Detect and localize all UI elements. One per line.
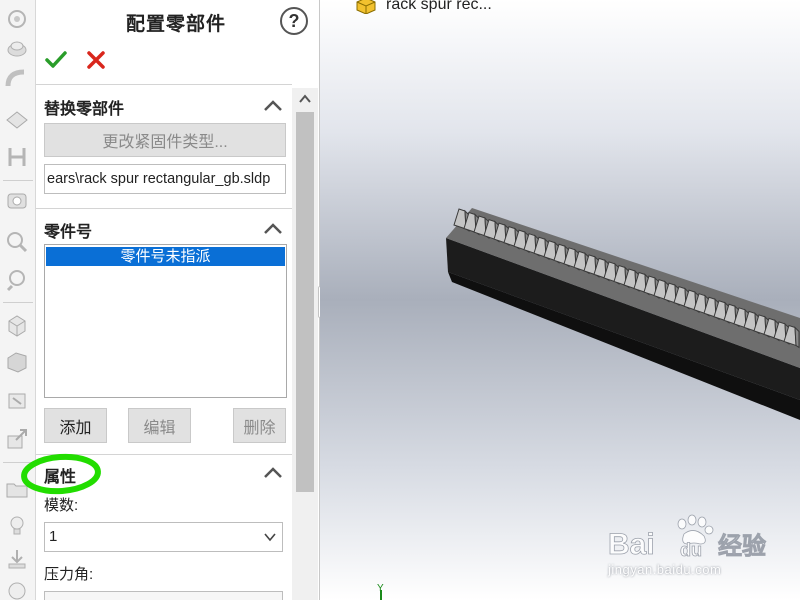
- collapse-chevron-up-icon[interactable]: [262, 465, 284, 479]
- svg-text:Y: Y: [377, 583, 384, 594]
- edit-button[interactable]: 编辑: [128, 408, 191, 443]
- pressure-angle-select[interactable]: [44, 591, 283, 600]
- toolbox-gear-icon[interactable]: [2, 4, 32, 34]
- insert-part-icon[interactable]: [2, 386, 32, 416]
- part-number-list[interactable]: 零件号未指派: [44, 244, 287, 398]
- module-select[interactable]: 1: [44, 522, 283, 552]
- svg-text:Bai: Bai: [608, 528, 655, 561]
- add-button[interactable]: 添加: [44, 408, 107, 443]
- flange-icon[interactable]: [2, 186, 32, 216]
- chevron-down-icon: [264, 533, 276, 542]
- cancel-x-icon[interactable]: [84, 48, 108, 72]
- move-part-icon[interactable]: [2, 424, 32, 454]
- module-label: 模数:: [44, 497, 79, 514]
- component-file-path-field[interactable]: ears\rack spur rectangular_gb.sldp: [44, 164, 286, 194]
- part-number-list-item-selected[interactable]: 零件号未指派: [46, 247, 285, 266]
- section-divider: [36, 208, 292, 209]
- pipe-elbow-icon[interactable]: [2, 64, 32, 94]
- properties-title: 属性: [44, 469, 77, 486]
- scrollbar-thumb[interactable]: [296, 112, 314, 492]
- toolstrip-divider: [3, 302, 33, 303]
- change-fastener-type-button[interactable]: 更改紧固件类型...: [44, 123, 286, 157]
- rack-tooth: [453, 208, 467, 230]
- bearing-icon[interactable]: [2, 34, 32, 64]
- svg-text:经验: 经验: [718, 532, 766, 560]
- rack-gear-model[interactable]: Y: [320, 0, 800, 600]
- panel-scrollbar[interactable]: [292, 88, 318, 600]
- gear-search-icon[interactable]: [2, 226, 32, 256]
- lightbulb-icon[interactable]: [2, 510, 32, 540]
- spring-icon[interactable]: [2, 264, 32, 294]
- help-question-icon[interactable]: ?: [280, 7, 308, 35]
- panel-title: 配置零部件: [125, 14, 226, 35]
- svg-text:du: du: [680, 540, 702, 560]
- sheet-part-icon[interactable]: [2, 104, 32, 134]
- baidu-jingyan-watermark: Bai du 经验 jingyan.baidu.com: [608, 514, 788, 584]
- collapse-chevron-up-icon[interactable]: [262, 221, 284, 235]
- module-value: 1: [49, 528, 58, 545]
- delete-button[interactable]: 删除: [233, 408, 286, 443]
- collapse-chevron-up-icon[interactable]: [262, 98, 284, 112]
- design-library-toolstrip: [0, 0, 36, 600]
- header-divider: [36, 84, 292, 85]
- block-icon[interactable]: [2, 346, 32, 376]
- folder-icon[interactable]: [2, 474, 32, 504]
- part-number-title: 零件号: [44, 224, 93, 241]
- section-divider: [36, 454, 292, 455]
- cube-icon[interactable]: [2, 310, 32, 340]
- scroll-up-arrow-icon[interactable]: [298, 92, 312, 104]
- file-path-text: ears\rack spur rectangular_gb.sldp: [47, 171, 271, 187]
- graphics-viewport[interactable]: rack spur rec... Y Bai du 经验 jingyan.bai…: [320, 0, 800, 600]
- baidu-logo-icon: Bai du 经验: [608, 514, 766, 561]
- rack-tooth-shade: [794, 326, 800, 349]
- watermark-url: jingyan.baidu.com: [608, 562, 722, 577]
- clamp-icon[interactable]: [2, 142, 32, 172]
- replace-component-title: 替换零部件: [44, 101, 125, 118]
- toolstrip-divider: [3, 462, 33, 463]
- toolstrip-divider: [3, 180, 33, 181]
- download-icon[interactable]: [2, 544, 32, 574]
- confirm-checkmark-icon[interactable]: [44, 48, 68, 72]
- globe-icon[interactable]: [2, 576, 32, 600]
- axis-triad-icon: Y: [377, 583, 384, 600]
- pressure-angle-label: 压力角:: [44, 566, 94, 583]
- configure-component-panel: 配置零部件 ? 替换零部件 更改紧固件类型... ears\rack spur …: [21, 0, 320, 600]
